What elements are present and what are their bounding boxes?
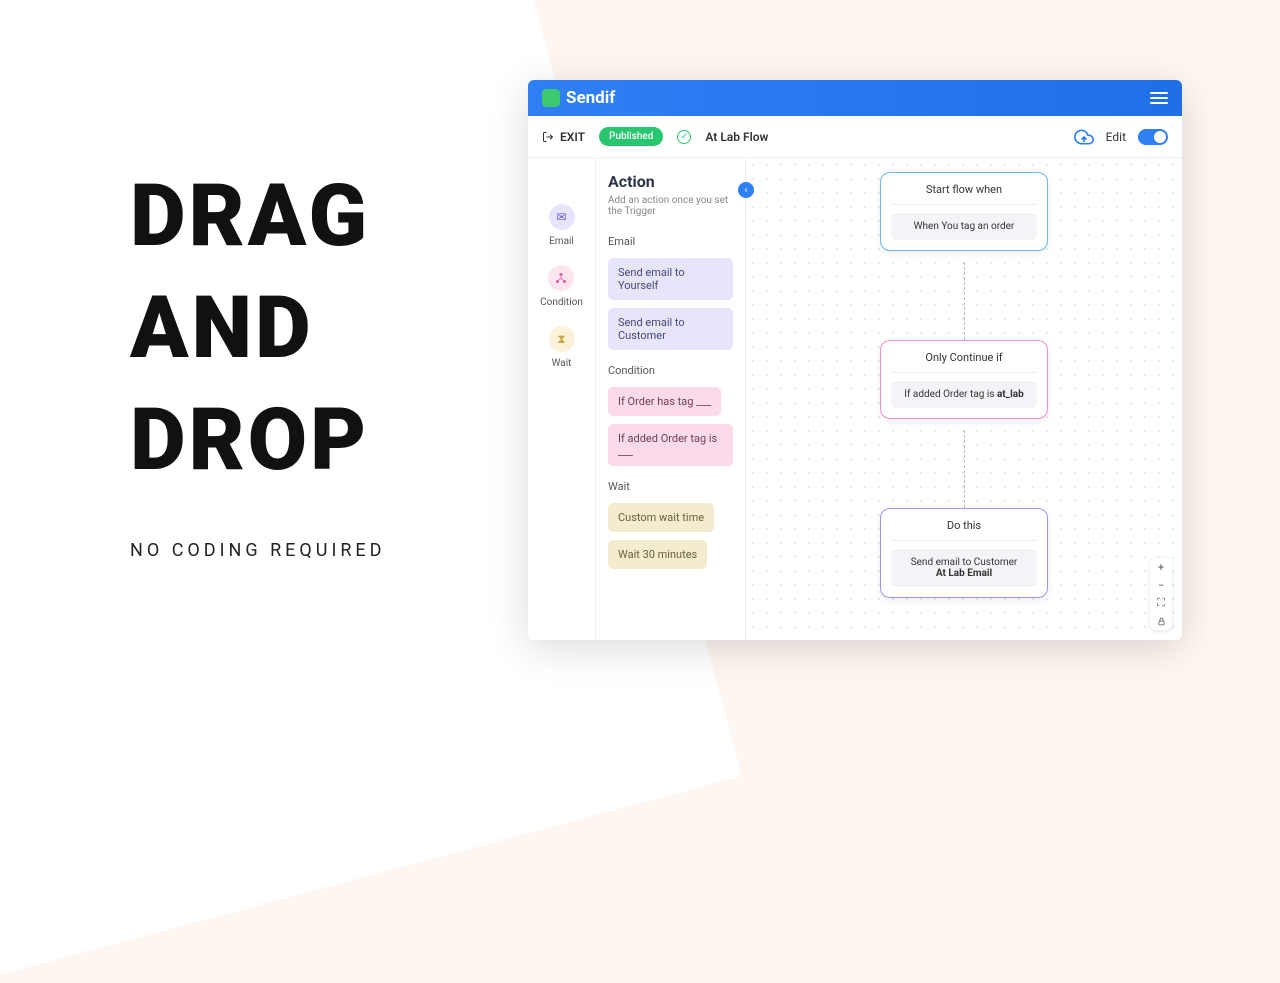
hero-subtitle: NO CODING REQUIRED [130,540,385,561]
flow-name: At Lab Flow [705,130,768,144]
fit-button[interactable]: ⛶ [1150,594,1172,612]
panel-subtitle: Add an action once you set the Trigger [608,195,733,217]
toolbar: EXIT Published ✓ At Lab Flow Edit [528,116,1182,158]
action-if-added-tag-is[interactable]: If added Order tag is ___ [608,424,733,466]
menu-icon[interactable] [1150,92,1168,104]
node-action[interactable]: Do this Send email to CustomerAt Lab Ema… [880,508,1048,598]
node-trigger[interactable]: Start flow when When You tag an order [880,172,1048,251]
sidebar-item-condition[interactable]: Condition [540,265,583,308]
action-send-email-customer[interactable]: Send email to Customer [608,308,733,350]
node-body: If added Order tag is at_lab [891,381,1037,408]
exit-button[interactable]: EXIT [542,130,585,144]
app-header: Sendif [528,80,1182,116]
action-send-email-yourself[interactable]: Send email to Yourself [608,258,733,300]
published-badge: Published [599,127,663,146]
panel-title: Action [608,172,733,191]
collapse-sidebar-button[interactable]: ‹ [738,182,754,198]
action-if-order-has-tag[interactable]: If Order has tag ___ [608,387,721,416]
action-sidebar: ✉ Email Condition ⧗ Wait Action Add an a… [528,158,746,640]
node-header: Only Continue if [891,351,1037,373]
section-email-label: Email [608,235,733,248]
lock-button[interactable] [1150,612,1172,630]
zoom-out-button[interactable]: − [1150,576,1172,594]
sidebar-item-wait[interactable]: ⧗ Wait [549,326,575,369]
edit-toggle[interactable] [1138,129,1168,145]
flow-canvas[interactable]: Start flow when When You tag an order On… [746,158,1182,640]
node-body: Send email to CustomerAt Lab Email [891,549,1037,587]
sidebar-item-email[interactable]: ✉ Email [549,204,575,247]
cloud-save-icon[interactable] [1074,127,1094,147]
node-condition[interactable]: Only Continue if If added Order tag is a… [880,340,1048,419]
action-custom-wait[interactable]: Custom wait time [608,503,714,532]
logo-icon [542,89,560,107]
condition-icon [548,265,574,291]
edit-label: Edit [1106,130,1126,144]
exit-icon [542,131,554,143]
zoom-in-button[interactable]: + [1150,558,1172,576]
zoom-controls: + − ⛶ [1150,558,1172,630]
node-body: When You tag an order [891,213,1037,240]
brand-logo[interactable]: Sendif [542,88,615,108]
check-icon: ✓ [677,130,691,144]
email-icon: ✉ [549,204,575,230]
connector [964,430,965,508]
connector [964,262,965,340]
node-header: Do this [891,519,1037,541]
hero-text: DRAG AND DROP NO CODING REQUIRED [130,160,385,561]
section-condition-label: Condition [608,364,733,377]
lock-icon [1157,617,1166,626]
hero-title: DRAG AND DROP [130,160,385,495]
node-header: Start flow when [891,183,1037,205]
app-window: Sendif EXIT Published ✓ At Lab Flow Edit… [528,80,1182,640]
action-wait-30[interactable]: Wait 30 minutes [608,540,707,569]
wait-icon: ⧗ [549,326,575,352]
section-wait-label: Wait [608,480,733,493]
